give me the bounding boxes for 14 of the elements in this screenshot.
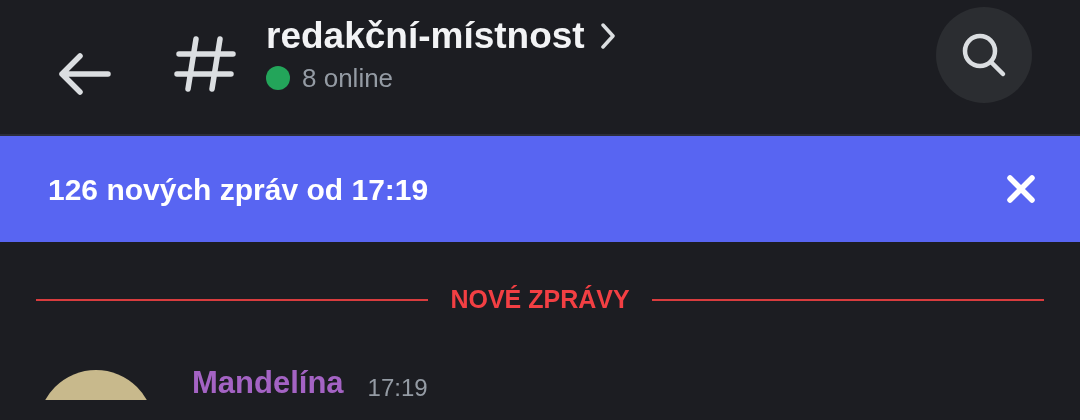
- new-messages-divider-label: NOVÉ ZPRÁVY: [450, 284, 630, 316]
- hash-icon: [174, 36, 236, 92]
- message-time: 17:19: [367, 376, 428, 400]
- channel-name[interactable]: redakční-místnost: [266, 12, 585, 60]
- back-arrow-icon: [56, 52, 112, 96]
- username[interactable]: Mandelína: [192, 368, 344, 398]
- chevron-right-icon[interactable]: [600, 23, 615, 49]
- new-messages-banner[interactable]: 126 nových zpráv od 17:19: [0, 136, 1080, 242]
- close-button[interactable]: [1006, 174, 1036, 204]
- banner-text: 126 nových zpráv od 17:19: [48, 171, 429, 208]
- close-icon: [1006, 174, 1036, 204]
- online-count: 8 online: [302, 62, 394, 94]
- back-button[interactable]: [56, 52, 112, 96]
- search-icon: [961, 32, 1007, 78]
